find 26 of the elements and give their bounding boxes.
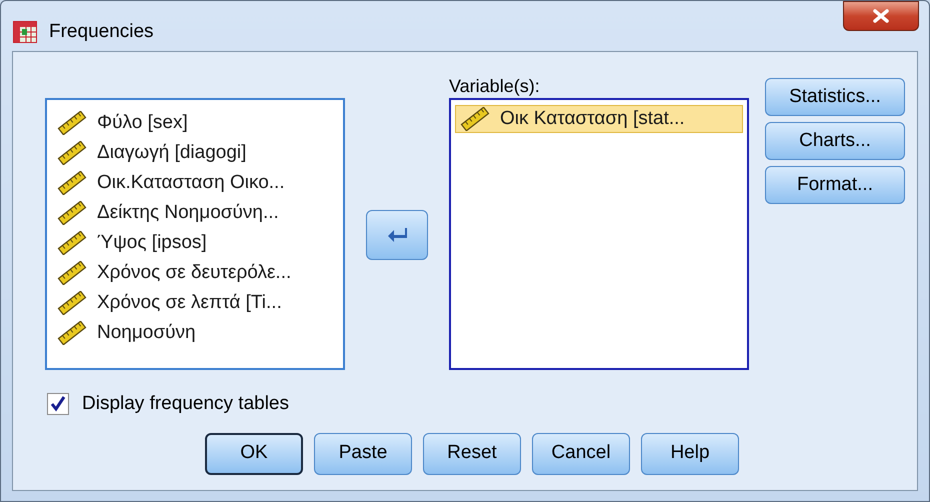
dialog-button[interactable]: Format... bbox=[765, 166, 905, 204]
left-arrow-icon bbox=[386, 226, 408, 244]
dialog-button[interactable]: Statistics... bbox=[765, 78, 905, 116]
variable-item[interactable]: Οικ Κατασταση [stat... bbox=[455, 105, 743, 133]
dialog-button[interactable]: Reset bbox=[423, 432, 521, 474]
table-icon bbox=[13, 21, 37, 43]
variables-label: Variable(s): bbox=[449, 76, 541, 98]
variable-name[interactable]: Δείκτης Νοημοσύνη... bbox=[97, 198, 279, 228]
move-button[interactable] bbox=[366, 210, 428, 260]
checkbox-label: Display frequency tables bbox=[82, 392, 289, 416]
variable-name[interactable]: Ύψος [ipsos] bbox=[97, 228, 207, 258]
variable-name[interactable]: Φύλο [sex] bbox=[97, 108, 188, 138]
dialog-button[interactable]: Charts... bbox=[765, 122, 905, 160]
dialog-button[interactable]: Cancel bbox=[532, 432, 630, 474]
close-icon bbox=[872, 9, 890, 23]
checkbox[interactable] bbox=[47, 393, 69, 416]
variable-name[interactable]: Διαγωγή [diagogi] bbox=[97, 138, 246, 168]
variable-name[interactable]: Χρόνος σε δευτερόλε... bbox=[97, 258, 292, 288]
variable-name[interactable]: Χρόνος σε λεπτά [Ti... bbox=[97, 288, 282, 318]
dialog-button[interactable]: Paste bbox=[314, 432, 412, 474]
variable-name[interactable]: Οικ.Κατασταση Οικο... bbox=[97, 168, 285, 198]
dialog-button[interactable]: OK bbox=[205, 432, 303, 474]
variable-name[interactable]: Νοημοσύνη bbox=[97, 318, 196, 348]
window-title: Frequencies bbox=[49, 21, 154, 43]
dialog-button[interactable]: Help bbox=[641, 432, 739, 474]
close-button[interactable] bbox=[843, 1, 919, 31]
